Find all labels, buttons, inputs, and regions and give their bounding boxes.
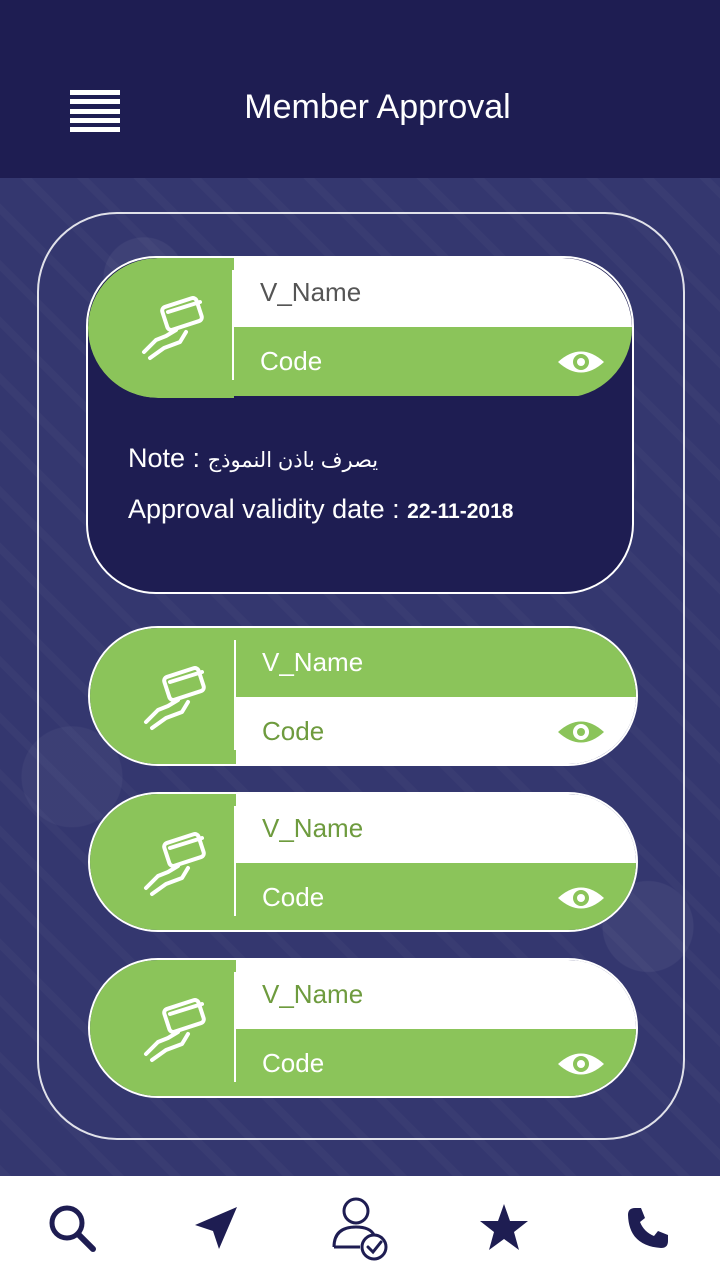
approval-card-expanded[interactable]: V_Name Code Note : يصرف باذن النموذج App… bbox=[86, 256, 634, 594]
hand-card-icon bbox=[144, 998, 206, 1062]
approval-card[interactable]: V_Name Code bbox=[88, 792, 638, 932]
hand-card-icon bbox=[144, 832, 206, 896]
approval-code: Code bbox=[260, 346, 323, 376]
approval-code-row: Code bbox=[234, 327, 632, 396]
eye-icon[interactable] bbox=[556, 717, 606, 747]
page-title: Member Approval bbox=[244, 88, 511, 126]
approval-code: Code bbox=[262, 716, 325, 746]
eye-icon[interactable] bbox=[556, 883, 606, 913]
approval-card-header[interactable]: V_Name Code bbox=[88, 258, 632, 398]
nav-location[interactable] bbox=[186, 1198, 246, 1258]
bottom-navigation bbox=[0, 1176, 720, 1280]
approval-card[interactable]: V_Name Code bbox=[88, 958, 638, 1098]
hand-card-icon bbox=[142, 296, 204, 360]
hand-card-icon bbox=[144, 666, 206, 730]
app-header: Member Approval bbox=[0, 0, 720, 178]
vendor-name: V_Name bbox=[234, 258, 632, 327]
approval-card[interactable]: V_Name Code bbox=[88, 626, 638, 766]
approval-code-row: Code bbox=[236, 1029, 636, 1096]
note-line: Note : يصرف باذن النموذج bbox=[128, 443, 378, 474]
approval-code: Code bbox=[262, 882, 325, 912]
vendor-name: V_Name bbox=[236, 960, 636, 1029]
phone-icon bbox=[628, 1208, 668, 1248]
nav-favorites[interactable] bbox=[474, 1198, 534, 1258]
vendor-name: V_Name bbox=[236, 628, 636, 697]
validity-label: Approval validity date : bbox=[128, 494, 400, 524]
nav-user[interactable] bbox=[330, 1197, 390, 1261]
validity-date: 22-11-2018 bbox=[407, 500, 514, 523]
validity-line: Approval validity date : 22-11-2018 bbox=[128, 494, 513, 525]
search-icon bbox=[49, 1205, 96, 1252]
location-arrow-icon bbox=[195, 1207, 237, 1249]
approval-code-row: Code bbox=[236, 863, 636, 930]
note-value: يصرف باذن النموذج bbox=[207, 449, 379, 472]
user-check-icon bbox=[332, 1197, 388, 1261]
nav-search[interactable] bbox=[42, 1198, 102, 1258]
approval-code-row: Code bbox=[236, 697, 636, 764]
star-icon bbox=[480, 1204, 528, 1250]
vendor-name: V_Name bbox=[236, 794, 636, 863]
eye-icon[interactable] bbox=[556, 347, 606, 377]
note-label: Note : bbox=[128, 443, 201, 473]
eye-icon[interactable] bbox=[556, 1049, 606, 1079]
nav-call[interactable] bbox=[618, 1198, 678, 1258]
approval-code: Code bbox=[262, 1048, 325, 1078]
